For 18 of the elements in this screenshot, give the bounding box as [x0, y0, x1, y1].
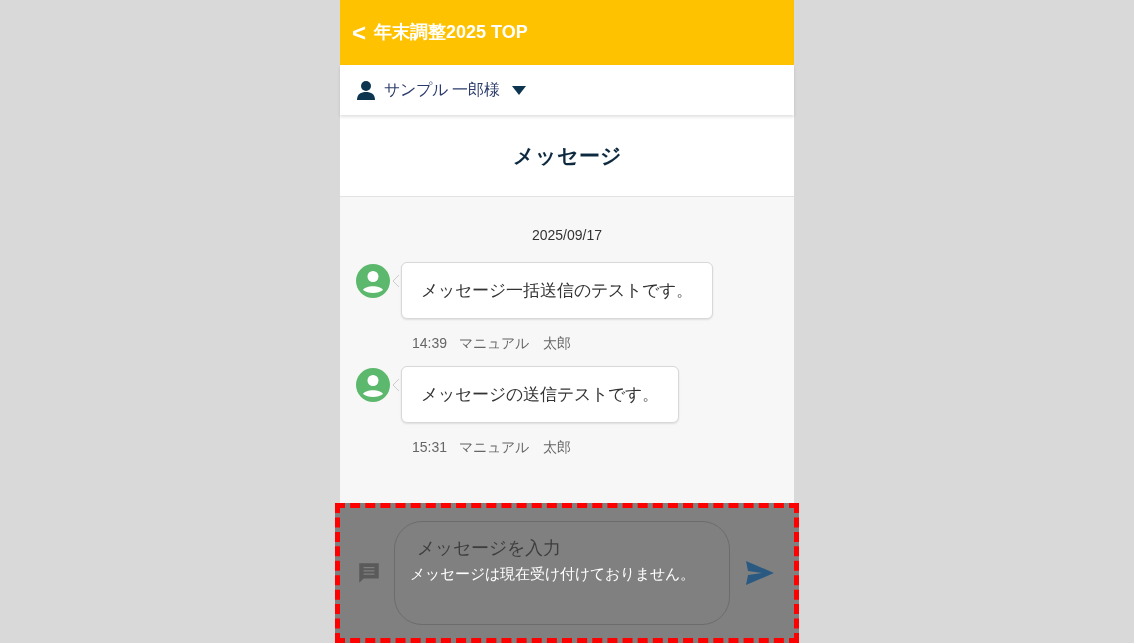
bubble-tail-icon	[392, 274, 400, 288]
date-label: 2025/09/17	[531, 226, 603, 245]
caret-icon	[512, 85, 527, 95]
sender-name: マニュアル 太郎	[459, 438, 572, 457]
header-title: 年末調整2025 TOP	[374, 21, 528, 44]
message-time: 15:31	[412, 438, 448, 457]
disabled-notice: メッセージは現在受け付けておりません。	[410, 564, 695, 584]
sender-name: マニュアル 太郎	[459, 334, 572, 353]
user-icon	[356, 80, 376, 100]
bubble-tail-icon	[392, 378, 400, 392]
message-bubble: メッセージの送信テストです。	[401, 366, 679, 423]
message-time: 14:39	[412, 334, 448, 353]
send-icon	[746, 561, 774, 585]
message-bubble: メッセージ一括送信のテストです。	[401, 262, 713, 319]
page-title: メッセージ	[512, 142, 622, 169]
avatar-icon	[356, 368, 390, 402]
user-dropdown[interactable]: サンプル 一郎様	[384, 78, 527, 102]
avatar-icon	[356, 264, 390, 298]
